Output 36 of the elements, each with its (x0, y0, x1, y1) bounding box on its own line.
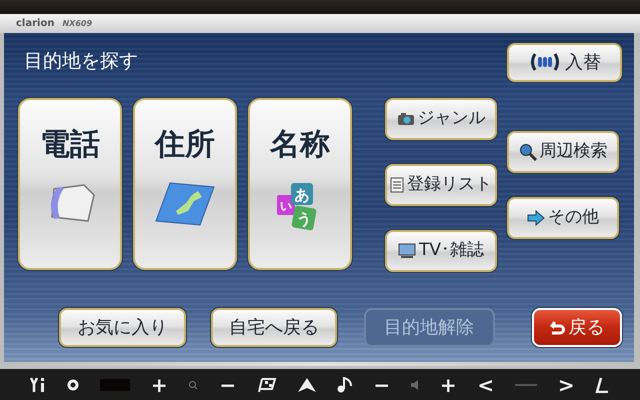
hardware-key[interactable]: − (219, 374, 236, 394)
map-icon (154, 181, 216, 227)
camera-icon (396, 112, 414, 126)
navigation-arrow-icon[interactable] (298, 378, 316, 392)
model-name: NX609 (62, 18, 92, 30)
main-menu-button[interactable]: 住所 (133, 98, 237, 270)
menu-button[interactable]: ジャンル (385, 98, 497, 140)
screen-title: 目的地を探す (23, 48, 138, 74)
swap-button[interactable]: 入替 (507, 42, 622, 82)
track-line-icon (515, 382, 537, 386)
back-button[interactable]: 戻る (532, 308, 622, 347)
hardware-key[interactable]: + (150, 374, 168, 394)
brand-logo: clarion (16, 17, 54, 31)
menu-button[interactable]: TV･雑誌 (385, 230, 497, 272)
slash-icon[interactable] (595, 376, 610, 392)
menu-button[interactable]: 周辺検索 (507, 131, 619, 173)
swap-icon (528, 51, 562, 73)
tools-icon[interactable] (30, 376, 46, 392)
hardware-key[interactable]: − (373, 374, 390, 394)
menu-button[interactable]: 登録リスト (385, 164, 497, 206)
music-note-icon[interactable] (336, 376, 353, 392)
hardware-key[interactable]: < (477, 374, 494, 394)
tv-icon (398, 243, 416, 259)
menu-button[interactable]: 自宅へ戻る (211, 308, 337, 347)
back-arrow-icon (549, 320, 566, 336)
hardware-key[interactable]: > (558, 374, 575, 394)
power-icon[interactable] (67, 378, 80, 390)
zoom-icon (188, 380, 198, 390)
menu-button[interactable]: その他 (507, 197, 619, 239)
search-icon (518, 143, 536, 161)
arrow-right-icon (527, 210, 545, 226)
speaker-icon (410, 380, 419, 390)
main-menu-button[interactable]: 電話 (18, 98, 122, 270)
menu-button[interactable]: お気に入り (59, 308, 186, 347)
list-icon (390, 177, 404, 193)
hardware-key[interactable]: + (440, 374, 457, 394)
